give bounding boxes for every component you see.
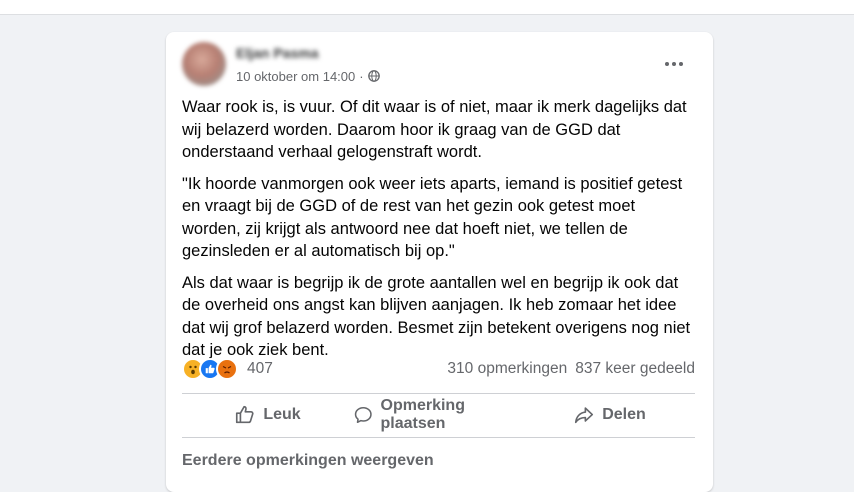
post-card: Eljan Pasma 10 oktober om 14:00 · Waar r… (166, 32, 713, 492)
share-icon (575, 407, 594, 424)
reaction-count[interactable]: 407 (247, 360, 273, 378)
angry-icon (216, 358, 238, 380)
comment-icon (354, 406, 372, 424)
view-earlier-comments-link[interactable]: Eerdere opmerkingen weergeven (182, 452, 434, 470)
thumbs-up-icon (236, 405, 254, 424)
meta-separator: · (359, 68, 364, 84)
more-options-icon[interactable] (660, 50, 688, 78)
post-meta: 10 oktober om 14:00 · (236, 68, 380, 84)
like-button[interactable]: Leuk (182, 404, 353, 426)
divider (182, 437, 695, 438)
comment-button[interactable]: Opmerking plaatsen (353, 397, 524, 433)
post-paragraph: "Ik hoorde vanmorgen ook weer iets apart… (182, 174, 683, 261)
shares-count[interactable]: 837 keer gedeeld (575, 360, 695, 378)
like-button-label: Leuk (263, 406, 301, 423)
post-paragraph: Als dat waar is begrijp ik de grote aant… (182, 273, 691, 360)
post-stats: 310 opmerkingen 837 keer gedeeld (447, 360, 695, 378)
comments-count[interactable]: 310 opmerkingen (447, 360, 567, 378)
author-avatar[interactable] (182, 42, 226, 86)
post-actions: Leuk Opmerking plaatsen Delen (182, 394, 695, 436)
post-date[interactable]: 10 oktober om 14:00 (236, 69, 355, 84)
globe-icon[interactable] (367, 70, 380, 82)
reactions-summary[interactable]: 407 (182, 358, 273, 380)
top-navigation-bar (0, 0, 854, 15)
comment-button-label: Opmerking plaatsen (380, 397, 465, 432)
post-text: Waar rook is, is vuur. Of dit waar is of… (182, 96, 702, 371)
author-name[interactable]: Eljan Pasma (236, 45, 319, 61)
post-paragraph: Waar rook is, is vuur. Of dit waar is of… (182, 98, 687, 161)
share-button[interactable]: Delen (524, 404, 695, 426)
share-button-label: Delen (602, 406, 646, 423)
